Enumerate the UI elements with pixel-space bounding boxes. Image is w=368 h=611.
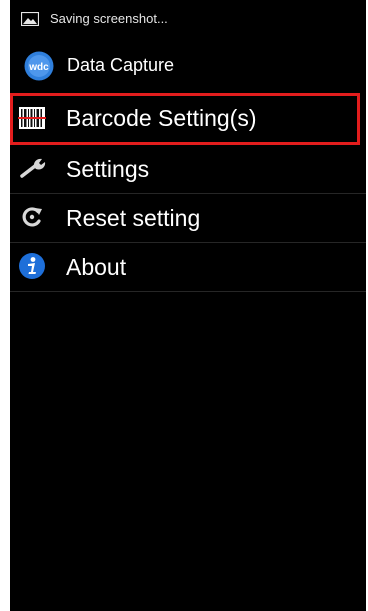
reset-icon <box>22 207 42 227</box>
menu-item-label: About <box>66 254 127 280</box>
phone-screen: Saving screenshot... wdc Data Capture Ba… <box>10 0 366 611</box>
menu-item-settings[interactable]: Settings <box>10 145 366 194</box>
menu-item-barcode-settings[interactable]: Barcode Setting(s) <box>10 93 360 145</box>
app-title: Data Capture <box>67 55 175 75</box>
app-icon-text: wdc <box>28 62 49 73</box>
image-icon <box>21 12 39 26</box>
status-bar: Saving screenshot... <box>10 0 366 40</box>
info-icon <box>19 253 45 279</box>
wdc-logo-icon[interactable]: wdc <box>24 51 54 81</box>
menu-item-label: Barcode Setting(s) <box>66 105 257 131</box>
barcode-icon <box>18 107 46 129</box>
action-bar: wdc Data Capture <box>10 40 366 90</box>
menu-item-label: Settings <box>66 156 150 182</box>
menu-item-label: Reset setting <box>66 205 201 231</box>
menu-item-reset-setting[interactable]: Reset setting <box>10 194 366 243</box>
options-menu: Barcode Setting(s) Settings Reset settin… <box>10 93 366 292</box>
menu-item-about[interactable]: About <box>10 243 366 292</box>
wrench-icon <box>20 158 46 178</box>
status-notification-text: Saving screenshot... <box>50 11 168 26</box>
